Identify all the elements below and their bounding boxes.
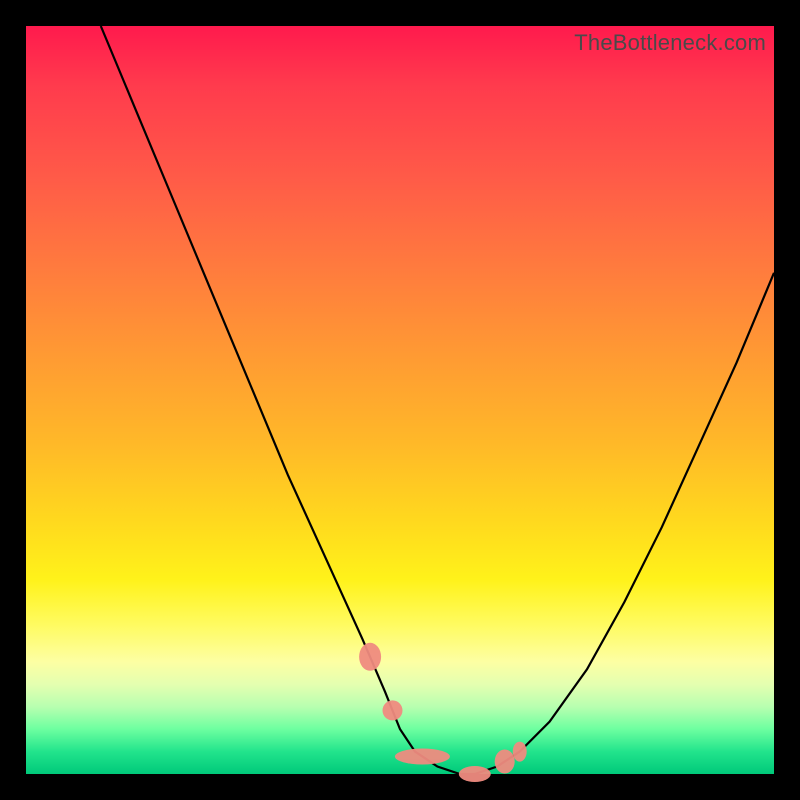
valley-marker [395,749,450,765]
curve-path [101,26,774,774]
minimum-marker-band [359,643,527,782]
watermark-text: TheBottleneck.com [574,30,766,56]
valley-marker [459,766,491,782]
chart-frame: TheBottleneck.com [26,26,774,774]
valley-marker [383,700,403,720]
bottleneck-curve-line [101,26,774,774]
chart-svg [26,26,774,774]
valley-marker [513,742,527,762]
valley-marker [359,643,381,671]
valley-marker [495,750,515,774]
